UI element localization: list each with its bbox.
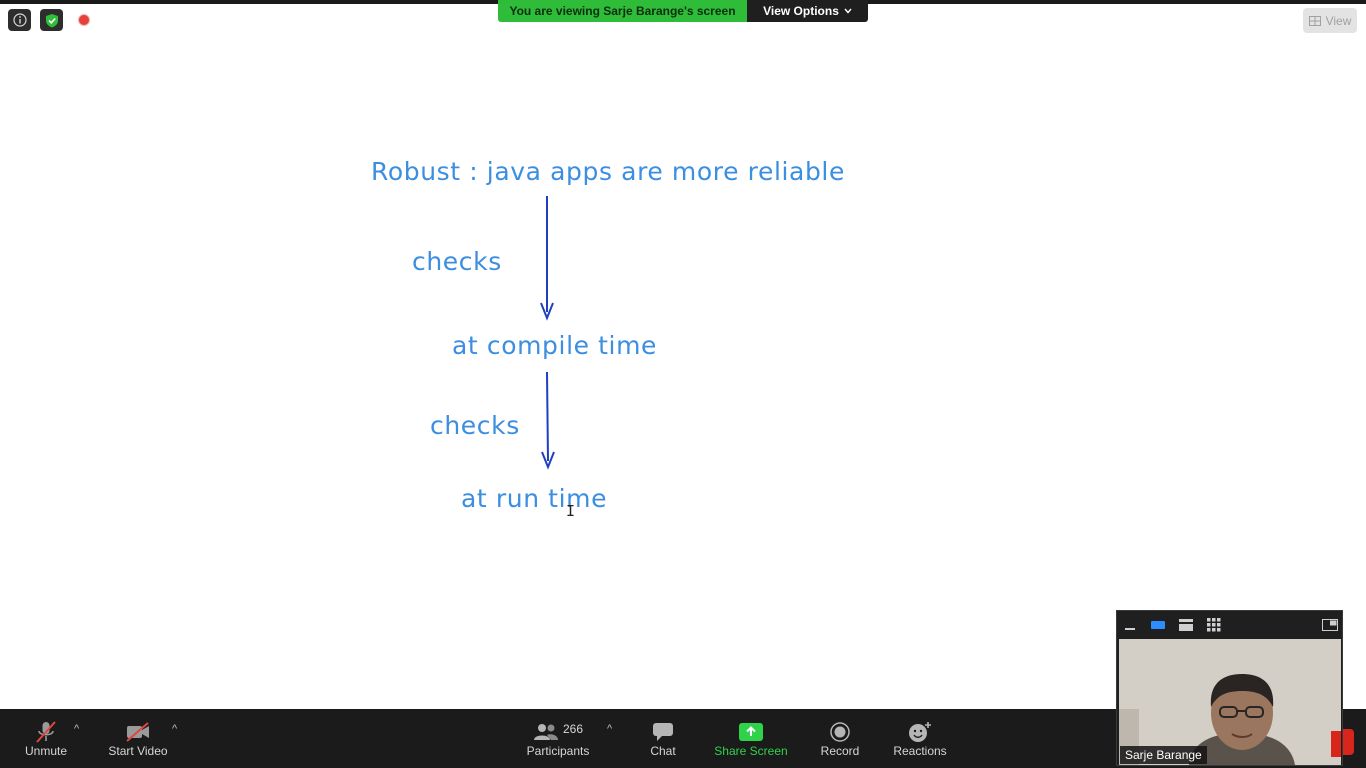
record-label: Record: [820, 744, 860, 758]
unmute-button[interactable]: Unmute: [20, 709, 72, 768]
participants-count: 266: [562, 722, 584, 736]
participant-video-feed: Sarje Barange: [1119, 639, 1341, 765]
participant-name-tag: Sarje Barange: [1120, 746, 1207, 764]
participants-icon: [533, 724, 558, 740]
chat-button[interactable]: Chat: [643, 709, 683, 768]
participants-button[interactable]: 266 Participants: [524, 709, 592, 768]
start-video-label: Start Video: [108, 744, 168, 758]
record-button[interactable]: Record: [818, 709, 862, 768]
arrow-to-compile-time: [540, 196, 554, 321]
minimize-icon[interactable]: [1122, 617, 1138, 633]
text-cursor-icon: I: [566, 502, 576, 520]
audio-options-chevron-icon[interactable]: ^: [74, 723, 79, 735]
share-screen-label: Share Screen: [714, 744, 788, 758]
chat-icon: [652, 721, 674, 743]
chat-label: Chat: [650, 744, 676, 758]
reactions-button[interactable]: Reactions: [892, 709, 948, 768]
exit-fullscreen-icon[interactable]: [1322, 617, 1338, 633]
share-screen-button[interactable]: Share Screen: [713, 709, 789, 768]
end-meeting-button-edge[interactable]: [1343, 729, 1354, 755]
muted-mic-icon: [34, 721, 58, 743]
participants-label: Participants: [526, 744, 590, 758]
record-icon: [830, 721, 850, 743]
start-video-button[interactable]: Start Video: [106, 709, 170, 768]
video-off-icon: [125, 721, 151, 743]
participants-icon-row: 266: [533, 721, 583, 743]
strip-view-icon[interactable]: [1178, 617, 1194, 633]
reactions-smiley-icon: [908, 721, 932, 743]
video-options-chevron-icon[interactable]: ^: [172, 723, 177, 735]
reactions-label: Reactions: [893, 744, 947, 758]
unmute-label: Unmute: [24, 744, 68, 758]
speaker-view-icon[interactable]: [1150, 617, 1166, 633]
floating-video-panel[interactable]: Sarje Barange: [1116, 610, 1343, 766]
video-panel-controls: [1117, 611, 1342, 639]
gallery-icon[interactable]: [1206, 617, 1222, 633]
arrow-to-run-time: [541, 371, 555, 470]
share-screen-icon: [739, 721, 763, 743]
participants-options-chevron-icon[interactable]: ^: [607, 723, 612, 735]
